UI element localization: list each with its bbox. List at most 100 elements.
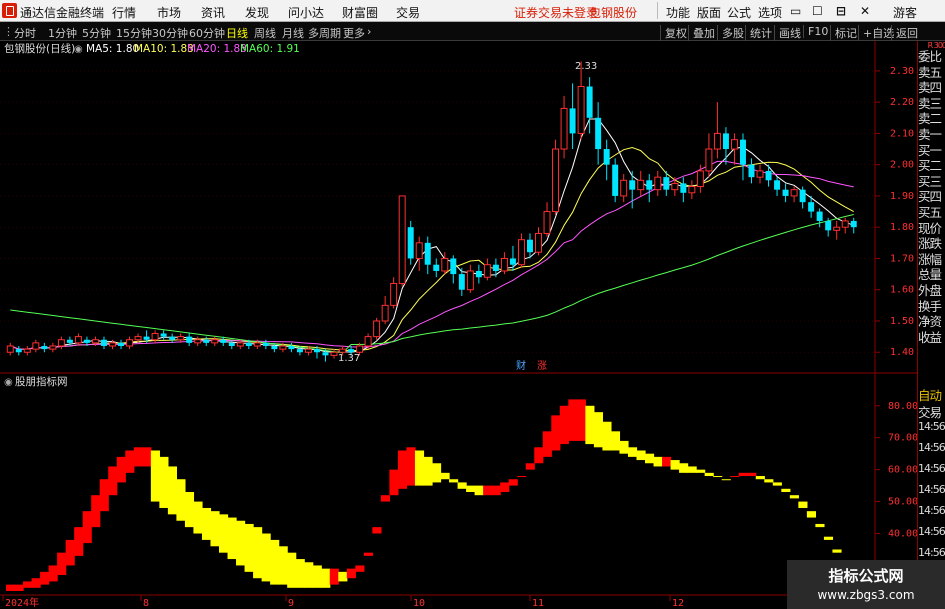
period-tab-15min[interactable]: 15分钟 (116, 25, 152, 41)
period-tab-30min[interactable]: 30分钟 (152, 25, 188, 41)
menu-item-market[interactable]: 市场 (157, 4, 181, 21)
period-tab-daily[interactable]: 日线 (226, 25, 248, 41)
menu-item-options[interactable]: 选项 (758, 4, 782, 21)
candle-body-down (143, 336, 150, 340)
event-marker-finance[interactable]: 财 (516, 359, 526, 372)
candle (424, 236, 431, 275)
candle-body-up (109, 342, 116, 347)
indicator-bar (116, 456, 126, 483)
indicator-axis: 80.0070.0060.0050.0040.0030.00 (875, 401, 917, 571)
menu-item-formula[interactable]: 公式 (727, 4, 751, 21)
indicator-bar (670, 460, 680, 470)
candle-body-up (339, 348, 347, 353)
indicator-bar (789, 495, 799, 499)
indicator-bar (747, 472, 757, 477)
indicator-bar (346, 568, 356, 579)
indicator-bar (201, 507, 212, 540)
indicator-bar (806, 511, 816, 518)
period-tab-monthly[interactable]: 月线 (282, 25, 304, 41)
candle-body-up (552, 148, 560, 213)
menu-item-ask[interactable]: 问小达 (288, 4, 324, 21)
indicator-bar (278, 546, 288, 585)
menu-item-quote[interactable]: 行情 (112, 4, 136, 21)
indicator-bar (772, 482, 782, 486)
candle (194, 336, 202, 346)
indicator-tick-label: 50.00 (888, 497, 917, 508)
toolbar-chevron-icon[interactable]: ⋮ (3, 25, 14, 38)
candle (552, 139, 560, 215)
multi-stock-button[interactable]: 多股 (717, 25, 744, 41)
candle-body-up (49, 345, 57, 350)
candle-body-up (279, 345, 287, 350)
candle-body-up (330, 351, 338, 356)
period-tab-timeshare[interactable]: 分时 (14, 25, 36, 41)
candle (756, 164, 764, 184)
overlay-button[interactable]: 叠加 (688, 25, 715, 41)
indicator-bar (329, 568, 339, 585)
header-dropdown-icon[interactable]: ◉ (74, 44, 83, 55)
maximize-icon[interactable]: ☐ (812, 4, 823, 18)
indicator-bar (406, 447, 416, 486)
indicator-tick-label: 80.00 (888, 401, 917, 412)
f10-button[interactable]: F10 (803, 25, 828, 38)
candle-body-up (637, 179, 645, 191)
candle-body-down (748, 164, 755, 178)
candle-body-down (646, 180, 653, 190)
candle (288, 342, 295, 353)
menu-item-trade[interactable]: 交易 (396, 4, 420, 21)
chart-area[interactable]: 包钢股份(日线) ◉ MA5: 1.80 MA10: 1.83 MA20: 1.… (0, 41, 917, 609)
indicator-bar (372, 527, 382, 534)
indicator-bar (14, 584, 24, 591)
candle-body-down (271, 345, 278, 350)
current-stock-name: 包钢股份 (589, 6, 638, 20)
period-tab-more[interactable]: 更多 (343, 25, 365, 41)
guest-label[interactable]: 游客 (893, 4, 917, 21)
menu-item-discover[interactable]: 发现 (245, 4, 269, 21)
candle-body-down (160, 333, 167, 337)
candle-body-down (186, 336, 193, 343)
indicator-bar (781, 488, 791, 492)
period-tab-multi[interactable]: 多周期 (308, 25, 341, 41)
candle (739, 133, 746, 181)
price-tick-label: 1.50 (890, 316, 914, 327)
indicator-bar (534, 447, 544, 464)
menu-item-wealth[interactable]: 财富圈 (342, 4, 378, 21)
menu-item-function[interactable]: 功能 (666, 4, 690, 21)
candle-body-up (713, 132, 721, 150)
chevron-right-icon[interactable]: › (367, 25, 371, 38)
indicator-bar (730, 476, 740, 478)
watermark-title: 指标公式网 (828, 567, 904, 585)
indicator-dropdown-icon[interactable]: ◉ (4, 377, 13, 388)
indicator-bar (150, 450, 160, 502)
candle (433, 258, 440, 278)
adjust-button[interactable]: 复权 (660, 25, 687, 41)
indicator-bar (738, 472, 748, 477)
candle (6, 342, 14, 356)
add-favorite-button[interactable]: +自选 (858, 25, 894, 41)
menu-item-layout[interactable]: 版面 (697, 4, 721, 21)
mark-button[interactable]: 标记 (830, 25, 857, 41)
candle-body-up (500, 257, 508, 272)
sidebar-item-trade[interactable]: 交易 (918, 402, 945, 421)
indicator-title: 股朋指标网 (15, 375, 68, 388)
sidebar-item-18[interactable]: 收益 (918, 327, 945, 346)
candle-body-up (696, 170, 704, 188)
period-tab-weekly[interactable]: 周线 (254, 25, 276, 41)
draw-button[interactable]: 画线 (774, 25, 801, 41)
indicator-bar (474, 485, 484, 496)
candle-body-down (83, 339, 90, 343)
candle (23, 345, 31, 356)
indicator-bar (227, 517, 237, 560)
period-tab-60min[interactable]: 60分钟 (189, 25, 225, 41)
event-marker-rise[interactable]: 涨 (537, 360, 547, 372)
period-tab-5min[interactable]: 5分钟 (82, 25, 111, 41)
minimize-icon[interactable]: ▭ (790, 4, 801, 18)
back-button[interactable]: 返回 (891, 25, 918, 41)
date-tick-label: 8 (143, 598, 149, 609)
restore-icon[interactable]: ⊟ (836, 4, 846, 18)
login-notice[interactable]: 证券交易未登录 (514, 4, 598, 21)
period-tab-1min[interactable]: 1分钟 (48, 25, 77, 41)
stats-button[interactable]: 统计 (745, 25, 772, 41)
close-icon[interactable]: ✕ (860, 4, 870, 18)
menu-item-news[interactable]: 资讯 (201, 4, 225, 21)
